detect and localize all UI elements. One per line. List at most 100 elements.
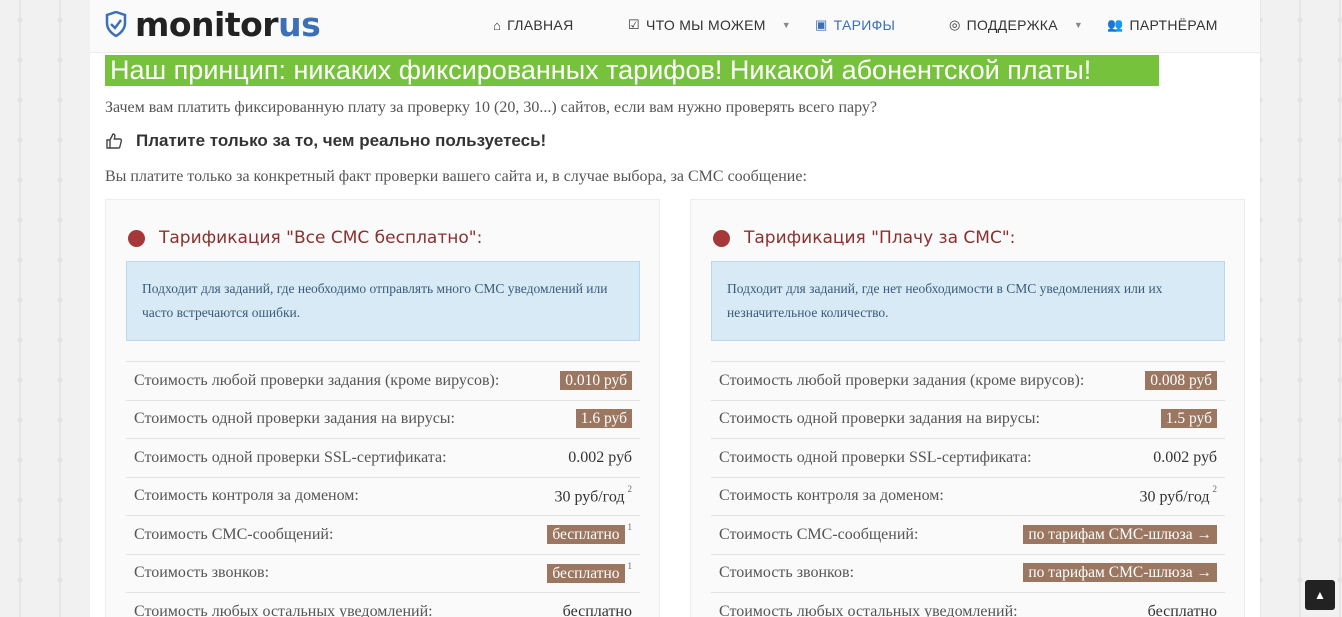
chevron-up-icon: ▲	[1314, 587, 1326, 602]
card-title-text: Тарификация "Плачу за СМС":	[744, 228, 1016, 248]
price-value: 0.002 руб	[1153, 448, 1217, 466]
nav-label: ТАРИФЫ	[833, 17, 896, 33]
price-label: Стоимость одной проверки SSL-сертификата…	[134, 448, 447, 466]
nav-item-features[interactable]: ☑ ЧТО МЫ МОЖЕМ ▼	[628, 17, 791, 33]
nav-item-partners[interactable]: 👥 ПАРТНЁРАМ	[1107, 17, 1218, 33]
card-title: Тарификация "Плачу за СМС":	[713, 228, 1015, 248]
card-note: Подходит для заданий, где необходимо отп…	[126, 261, 640, 341]
price-value-cell: 0.002 руб	[1153, 449, 1217, 467]
nav-item-support[interactable]: ◎ ПОДДЕРЖКА ▼	[949, 17, 1083, 33]
price-value-cell: 0.010 руб	[560, 370, 632, 390]
price-table: Стоимость любой проверки задания (кроме …	[711, 361, 1225, 617]
price-row: Стоимость звонков: по тарифам СМС-шлюза →	[711, 553, 1225, 593]
card-title: Тарификация "Все СМС бесплатно":	[128, 228, 482, 248]
price-label: Стоимость СМС-сообщений:	[134, 525, 334, 543]
price-value: 0.002 руб	[568, 448, 632, 466]
pricing-intro-text: Вы платите только за конкретный факт про…	[105, 168, 807, 185]
price-label: Стоимость любых остальных уведомлений:	[719, 602, 1018, 617]
footnote-ref: 2	[627, 483, 633, 494]
price-badge[interactable]: по тарифам СМС-шлюза →	[1023, 563, 1217, 583]
price-label: Стоимость звонков:	[719, 564, 855, 582]
price-badge: 1.5 руб	[1160, 409, 1217, 429]
nav-item-tariffs[interactable]: ▣ ТАРИФЫ	[815, 17, 895, 33]
price-badge: 0.008 руб	[1145, 370, 1217, 390]
card-title-text: Тарификация "Все СМС бесплатно":	[159, 228, 483, 248]
nav-label: ПОДДЕРЖКА	[966, 17, 1058, 33]
price-label: Стоимость одной проверки задания на виру…	[719, 410, 1040, 428]
price-row: Стоимость одной проверки SSL-сертификата…	[126, 438, 640, 477]
price-badge: бесплатно	[547, 525, 625, 545]
price-label: Стоимость любой проверки задания (кроме …	[719, 371, 1085, 389]
price-badge[interactable]: по тарифам СМС-шлюза →	[1023, 524, 1217, 544]
page: monitorus ⌂ ГЛАВНАЯ ☑ ЧТО МЫ МОЖЕМ ▼ ▣ Т…	[90, 0, 1260, 617]
page-headline: Наш принцип: никаких фиксированных тариф…	[105, 55, 1159, 86]
users-icon: 👥	[1107, 17, 1124, 32]
price-row: Стоимость любых остальных уведомлений: бе…	[126, 592, 640, 617]
price-value-cell: по тарифам СМС-шлюза →	[1023, 563, 1217, 583]
price-row: Стоимость любой проверки задания (кроме …	[126, 361, 640, 400]
price-value-cell: 1.6 руб	[575, 409, 632, 429]
scroll-to-top-button[interactable]: ▲	[1305, 580, 1335, 610]
home-icon: ⌂	[493, 17, 502, 33]
price-value-cell: бесплатно 1	[547, 560, 633, 583]
price-row: Стоимость контроля за доменом: 30 руб/год…	[126, 476, 640, 516]
chevron-down-icon: ▼	[781, 20, 791, 30]
price-value: бесплатно	[1147, 602, 1217, 617]
bullet-dot-icon	[128, 229, 145, 247]
price-value-cell: бесплатно	[1148, 603, 1217, 617]
price-value-cell: по тарифам СМС-шлюза →	[1023, 524, 1217, 544]
price-row: Стоимость любой проверки задания (кроме …	[711, 361, 1225, 400]
footnote-ref: 2	[1212, 483, 1218, 494]
price-badge: бесплатно	[547, 563, 625, 583]
price-value-cell: 1.5 руб	[1160, 409, 1217, 429]
lifebuoy-icon: ◎	[949, 17, 961, 32]
price-badge: 0.010 руб	[560, 370, 632, 390]
price-table: Стоимость любой проверки задания (кроме …	[126, 361, 640, 617]
tariff-card-free-sms: Тарификация "Все СМС бесплатно": Подходи…	[105, 199, 660, 617]
tariff-card-pay-sms: Тарификация "Плачу за СМС": Подходит для…	[690, 199, 1245, 617]
price-row: Стоимость одной проверки задания на виру…	[126, 399, 640, 439]
thumbs-up-icon	[106, 133, 123, 149]
price-value: бесплатно	[562, 602, 632, 617]
price-value-cell: бесплатно	[563, 603, 632, 617]
footnote-ref: 1	[627, 522, 633, 533]
price-value-cell: 0.002 руб	[568, 449, 632, 467]
chevron-down-icon: ▼	[1073, 20, 1084, 30]
price-row: Стоимость контроля за доменом: 30 руб/год…	[711, 476, 1225, 516]
money-icon: ▣	[815, 17, 828, 32]
price-value-cell: бесплатно 1	[547, 522, 633, 545]
site-header: monitorus ⌂ ГЛАВНАЯ ☑ ЧТО МЫ МОЖЕМ ▼ ▣ Т…	[90, 0, 1260, 53]
price-value: 30 руб/год	[554, 487, 625, 505]
logo-text: monitorus	[135, 4, 321, 44]
footnote-ref: 1	[627, 560, 633, 571]
price-value-cell: 0.008 руб	[1145, 370, 1217, 390]
price-row: Стоимость СМС-сообщений: по тарифам СМС-ш…	[711, 515, 1225, 554]
price-value-cell: 30 руб/год 2	[1139, 483, 1218, 506]
checkbox-icon: ☑	[628, 17, 640, 32]
price-row: Стоимость СМС-сообщений: бесплатно 1	[126, 515, 640, 554]
price-row: Стоимость любых остальных уведомлений: бе…	[711, 592, 1225, 617]
price-value-cell: 30 руб/год 2	[554, 483, 633, 506]
logo[interactable]: monitorus	[105, 4, 321, 44]
bullet-dot-icon	[713, 229, 730, 247]
nav-label: ЧТО МЫ МОЖЕМ	[645, 17, 766, 33]
price-label: Стоимость любой проверки задания (кроме …	[134, 371, 500, 389]
price-row: Стоимость звонков: бесплатно 1	[126, 553, 640, 593]
price-label: Стоимость любых остальных уведомлений:	[134, 602, 433, 617]
subheading-text: Платите только за то, чем реально пользу…	[136, 131, 547, 150]
intro-text: Зачем вам платить фиксированную плату за…	[105, 99, 877, 116]
price-badge: 1.6 руб	[575, 409, 632, 429]
price-label: Стоимость СМС-сообщений:	[719, 525, 919, 543]
price-label: Стоимость контроля за доменом:	[134, 487, 359, 505]
shield-logo-icon	[105, 11, 127, 37]
nav-item-home[interactable]: ⌂ ГЛАВНАЯ	[493, 17, 573, 33]
subheading: Платите только за то, чем реально пользу…	[105, 131, 546, 151]
nav-label: ПАРТНЁРАМ	[1129, 17, 1218, 33]
price-row: Стоимость одной проверки задания на виру…	[711, 399, 1225, 439]
nav-label: ГЛАВНАЯ	[507, 17, 574, 33]
card-note: Подходит для заданий, где нет необходимо…	[711, 261, 1225, 341]
price-value: 30 руб/год	[1139, 487, 1210, 505]
price-row: Стоимость одной проверки SSL-сертификата…	[711, 438, 1225, 477]
price-label: Стоимость одной проверки задания на виру…	[134, 410, 455, 428]
price-label: Стоимость контроля за доменом:	[719, 487, 944, 505]
